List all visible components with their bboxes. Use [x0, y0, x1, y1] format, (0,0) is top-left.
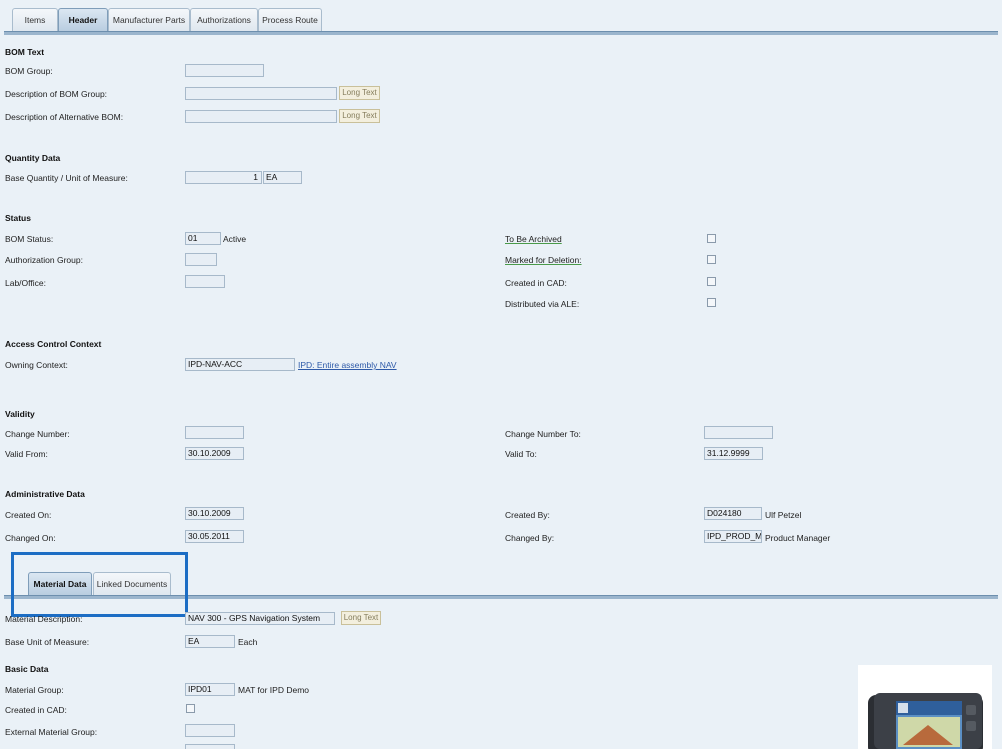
created-by-field[interactable]: D024180 — [704, 507, 762, 520]
marked-deletion-label: Marked for Deletion: — [505, 255, 582, 265]
material-group-label: Material Group: — [5, 685, 64, 695]
distributed-ale-label: Distributed via ALE: — [505, 299, 580, 309]
distributed-ale-checkbox[interactable] — [707, 298, 716, 307]
header-tabstrip: Items Header Manufacturer Parts Authoriz… — [0, 0, 1002, 34]
owning-context-link[interactable]: IPD: Entire assembly NAV — [298, 360, 397, 370]
created-by-name: Ulf Petzel — [765, 510, 802, 520]
ext-material-group-label: External Material Group: — [5, 727, 98, 737]
owning-context-field[interactable]: IPD-NAV-ACC — [185, 358, 295, 371]
auth-group-field[interactable] — [185, 253, 217, 266]
long-text-button-group[interactable]: Long Text — [339, 86, 380, 100]
desc-alt-bom-field[interactable] — [185, 110, 337, 123]
product-image — [858, 665, 992, 749]
changed-on-field[interactable]: 30.05.2011 — [185, 530, 244, 543]
base-uom-field[interactable]: EA — [263, 171, 302, 184]
bom-status-label: BOM Status: — [5, 234, 54, 244]
tab-process-route-label: Process Route — [262, 15, 318, 25]
tab-process-route[interactable]: Process Route — [258, 8, 322, 31]
basic-created-cad-label: Created in CAD: — [5, 705, 67, 715]
bom-status-field[interactable]: 01 — [185, 232, 221, 245]
to-be-archived-label: To Be Archived — [505, 234, 562, 244]
change-number-to-field[interactable] — [704, 426, 773, 439]
created-on-label: Created On: — [5, 510, 52, 520]
section-title-quantity: Quantity Data — [5, 153, 61, 163]
section-title-status: Status — [5, 213, 31, 223]
change-number-to-label: Change Number To: — [505, 429, 581, 439]
tab-items[interactable]: Items — [12, 8, 58, 31]
tab-manufacturer-parts[interactable]: Manufacturer Parts — [108, 8, 190, 31]
desc-bom-group-label: Description of BOM Group: — [5, 89, 108, 99]
changed-by-name: Product Manager — [765, 533, 831, 543]
changed-by-field[interactable]: IPD_PROD_MGR — [704, 530, 762, 543]
auth-group-label: Authorization Group: — [5, 255, 83, 265]
base-quantity-label: Base Quantity / Unit of Measure: — [5, 173, 128, 183]
material-group-text: MAT for IPD Demo — [238, 685, 310, 695]
base-unit-text: Each — [238, 637, 258, 647]
created-cad-label: Created in CAD: — [505, 278, 567, 288]
change-number-label: Change Number: — [5, 429, 70, 439]
long-text-button-material[interactable]: Long Text — [341, 611, 381, 625]
tabstrip-divider — [4, 31, 998, 35]
lab-office-field[interactable] — [185, 275, 225, 288]
tab-header[interactable]: Header — [58, 8, 108, 31]
highlight-box — [11, 552, 188, 617]
tab-header-label: Header — [68, 15, 98, 25]
bom-group-field[interactable] — [185, 64, 264, 77]
desc-alt-bom-label: Description of Alternative BOM: — [5, 112, 124, 122]
section-title-access: Access Control Context — [5, 339, 102, 349]
tab-manufacturer-parts-label: Manufacturer Parts — [112, 15, 186, 25]
material-group-field[interactable]: IPD01 — [185, 683, 235, 696]
bom-status-text: Active — [223, 234, 247, 244]
changed-on-label: Changed On: — [5, 533, 56, 543]
created-by-label: Created By: — [505, 510, 550, 520]
section-title-admin: Administrative Data — [5, 489, 85, 499]
to-be-archived-checkbox[interactable] — [707, 234, 716, 243]
section-title-validity: Validity — [5, 409, 35, 419]
material-desc-label: Material Description: — [5, 614, 83, 624]
basic-created-cad-checkbox[interactable] — [186, 704, 195, 713]
lab-office-label: Lab/Office: — [5, 278, 46, 288]
marked-deletion-checkbox[interactable] — [707, 255, 716, 264]
base-quantity-field[interactable]: 1 — [185, 171, 262, 184]
tab-authorizations[interactable]: Authorizations — [190, 8, 258, 31]
created-on-field[interactable]: 30.10.2009 — [185, 507, 244, 520]
partial-field[interactable] — [185, 744, 235, 749]
created-cad-checkbox[interactable] — [707, 277, 716, 286]
base-unit-field[interactable]: EA — [185, 635, 235, 648]
valid-to-label: Valid To: — [505, 449, 537, 459]
base-unit-label: Base Unit of Measure: — [5, 637, 90, 647]
material-desc-field[interactable]: NAV 300 - GPS Navigation System — [185, 612, 335, 625]
ext-material-group-field[interactable] — [185, 724, 235, 737]
owning-context-label: Owning Context: — [5, 360, 68, 370]
change-number-field[interactable] — [185, 426, 244, 439]
tab-authorizations-label: Authorizations — [197, 15, 251, 25]
valid-from-label: Valid From: — [5, 449, 48, 459]
tab-items-label: Items — [24, 15, 46, 25]
valid-from-field[interactable]: 30.10.2009 — [185, 447, 244, 460]
valid-to-field[interactable]: 31.12.9999 — [704, 447, 763, 460]
changed-by-label: Changed By: — [505, 533, 555, 543]
bom-group-label: BOM Group: — [5, 66, 53, 76]
desc-bom-group-field[interactable] — [185, 87, 337, 100]
section-title-basic: Basic Data — [5, 664, 49, 674]
long-text-button-alt[interactable]: Long Text — [339, 109, 380, 123]
gps-device-icon — [868, 693, 983, 749]
section-title-bom-text: BOM Text — [5, 47, 45, 57]
